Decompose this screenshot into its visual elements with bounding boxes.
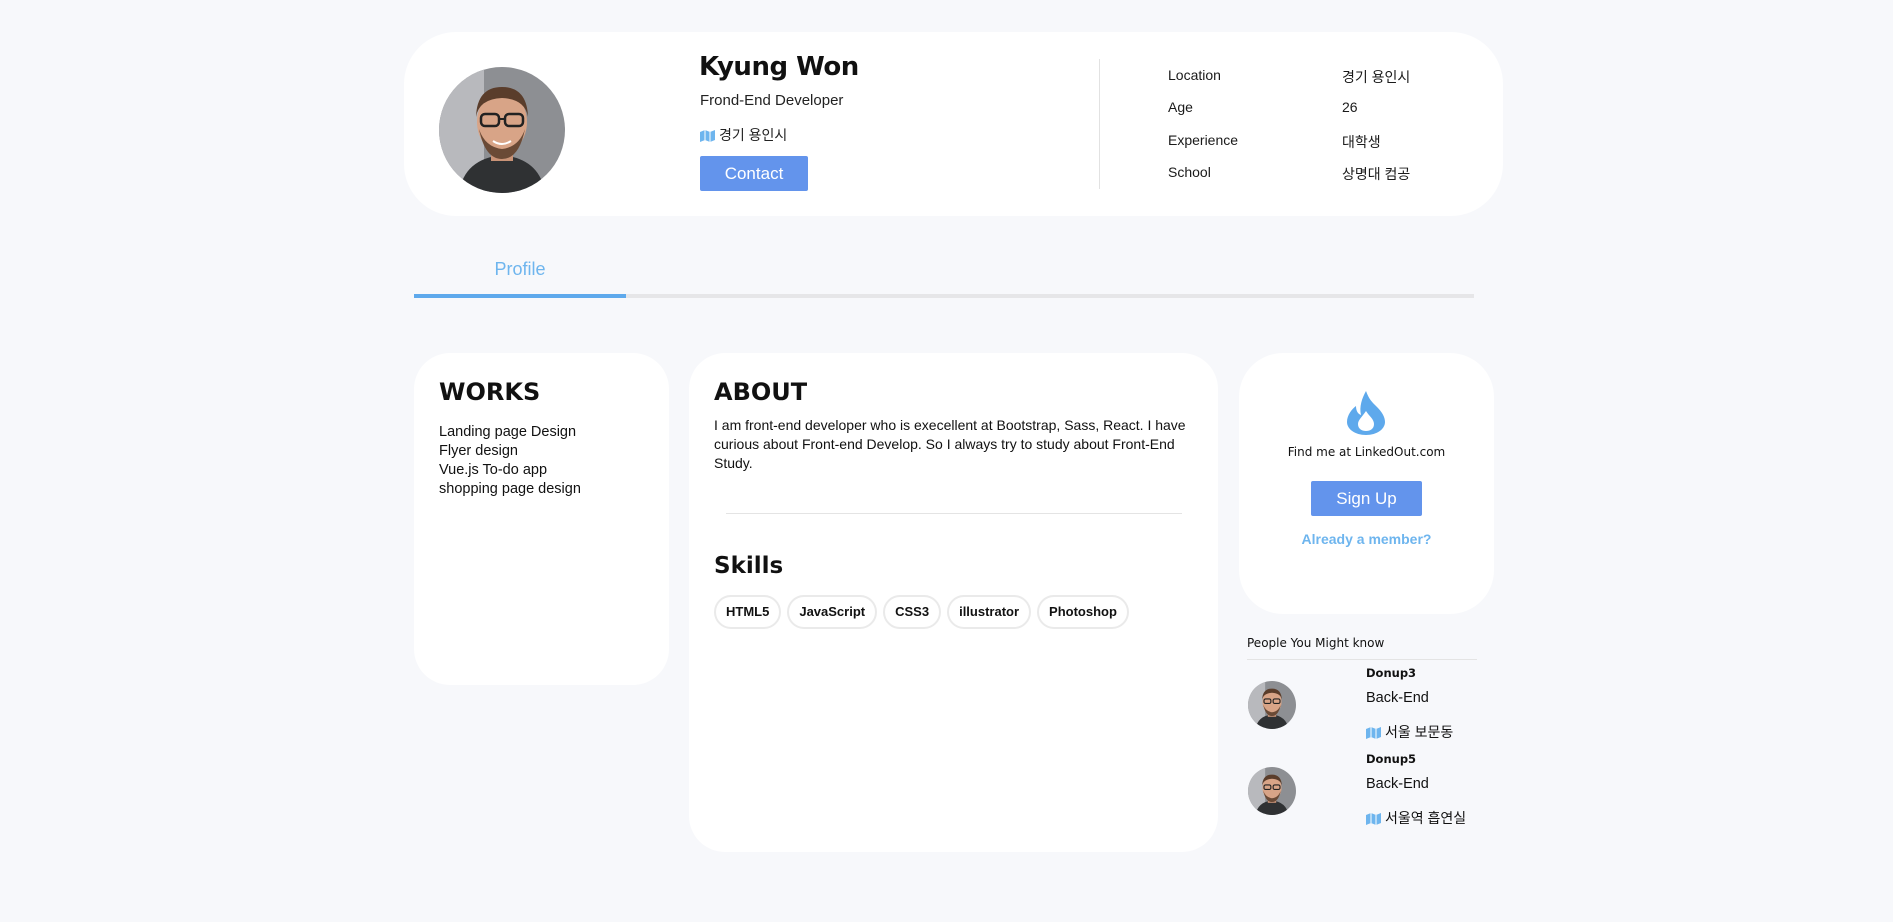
list-item: Landing page Design: [439, 424, 577, 440]
list-item: Flyer design: [439, 443, 518, 459]
info-label-experience: Experience: [1168, 132, 1239, 148]
person-location-text: 서울 보문동: [1385, 724, 1454, 740]
person-name[interactable]: Donup3: [1366, 666, 1416, 680]
people-title: People You Might know: [1247, 636, 1385, 650]
skill-chip[interactable]: Photoshop: [1037, 595, 1129, 629]
map-icon: [1366, 726, 1381, 739]
about-card: ABOUT I am front-end developer who is ex…: [689, 353, 1218, 852]
already-member-link[interactable]: Already a member?: [1239, 531, 1494, 547]
person-location: 서울역 흡연실: [1366, 808, 1466, 828]
skill-chip[interactable]: JavaScript: [787, 595, 878, 629]
info-label-age: Age: [1168, 99, 1193, 115]
header-divider: [1099, 59, 1100, 189]
map-icon: [700, 129, 715, 142]
map-icon: [1366, 812, 1381, 825]
people-divider: [1247, 659, 1477, 660]
about-divider: [726, 513, 1182, 514]
contact-button[interactable]: Contact: [700, 156, 808, 191]
works-title: WORKS: [439, 378, 541, 406]
info-value-experience: 대학생: [1342, 134, 1381, 150]
info-value-school: 상명대 컴공: [1342, 166, 1411, 182]
tab-profile[interactable]: Profile: [414, 250, 626, 290]
person-name[interactable]: Donup5: [1366, 752, 1416, 766]
find-me-text: Find me at LinkedOut.com: [1287, 445, 1446, 459]
sign-up-button[interactable]: Sign Up: [1311, 481, 1422, 516]
skills-title: Skills: [714, 553, 784, 579]
info-label-school: School: [1168, 164, 1211, 180]
flame-icon: [1347, 391, 1385, 440]
skill-chip[interactable]: illustrator: [947, 595, 1032, 629]
profile-location: 경기 용인시: [700, 125, 787, 145]
person-role: Back-End: [1366, 776, 1429, 792]
list-item: shopping page design: [439, 481, 581, 497]
avatar[interactable]: [1248, 767, 1296, 815]
about-text: I am front-end developer who is execelle…: [714, 417, 1186, 471]
profile-role: Frond-End Developer: [700, 92, 844, 109]
list-item: Vue.js To-do app: [439, 462, 548, 478]
signup-card: Find me at LinkedOut.com Sign Up Already…: [1239, 353, 1494, 614]
profile-header-card: Kyung Won Frond-End Developer 경기 용인시 Con…: [404, 32, 1503, 216]
person-location-text: 서울역 흡연실: [1385, 810, 1467, 826]
skill-chip[interactable]: CSS3: [883, 595, 942, 629]
works-list: Landing page Design Flyer design Vue.js …: [439, 423, 581, 499]
works-card: WORKS Landing page Design Flyer design V…: [414, 353, 669, 685]
about-title: ABOUT: [714, 378, 808, 406]
skills-list: HTML5 JavaScript CSS3 illustrator Photos…: [714, 595, 1129, 629]
info-value-location: 경기 용인시: [1342, 69, 1411, 85]
info-label-location: Location: [1168, 67, 1221, 83]
avatar[interactable]: [1248, 681, 1296, 729]
profile-name: Kyung Won: [699, 52, 859, 82]
person-location: 서울 보문동: [1366, 722, 1453, 742]
skill-chip[interactable]: HTML5: [714, 595, 782, 629]
profile-location-text: 경기 용인시: [719, 127, 788, 143]
info-value-age: 26: [1342, 99, 1358, 115]
profile-avatar: [439, 67, 565, 193]
tab-active-indicator: [414, 294, 626, 298]
person-role: Back-End: [1366, 690, 1429, 706]
